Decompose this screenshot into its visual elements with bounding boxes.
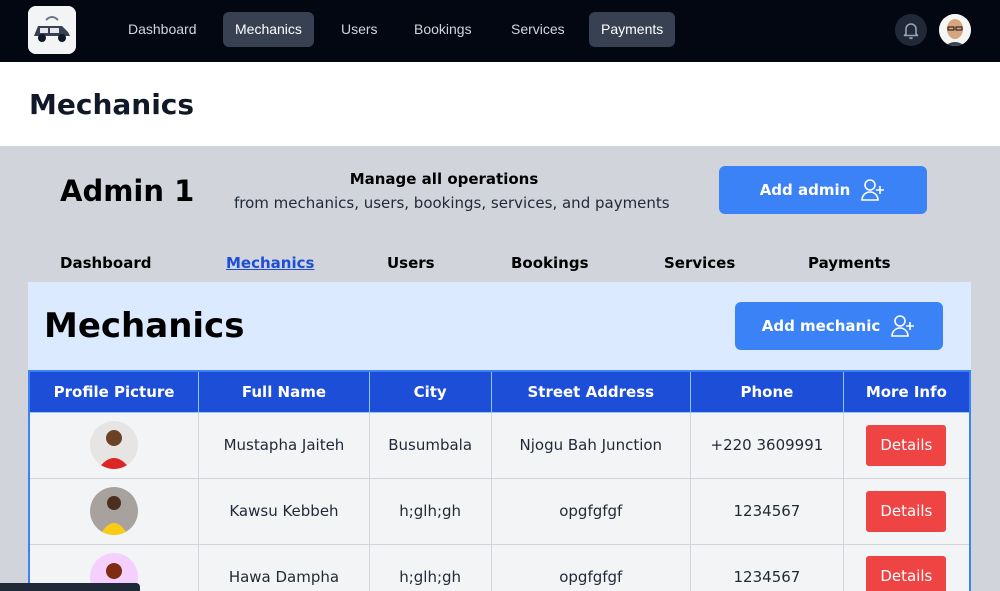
column-header: Phone: [690, 370, 844, 413]
profile-picture: [90, 421, 139, 469]
user-plus-icon: [861, 179, 885, 201]
street-address-cell: opgfgfgf: [490, 477, 692, 545]
subtab-mechanics[interactable]: Mechanics: [226, 254, 314, 272]
full-name-cell: Kawsu Kebbeh: [198, 477, 370, 545]
street-address-cell: opgfgfgf: [490, 543, 692, 591]
admin-name: Admin 1: [60, 174, 195, 208]
nav-services[interactable]: Services: [499, 12, 577, 47]
add-admin-button[interactable]: Add admin: [719, 166, 927, 214]
nav-dashboard[interactable]: Dashboard: [116, 12, 209, 47]
manage-title: Manage all operations: [349, 170, 539, 188]
bell-icon[interactable]: [895, 14, 927, 46]
details-button[interactable]: Details: [866, 424, 947, 466]
subtab-services[interactable]: Services: [664, 254, 735, 272]
table-header-row: Profile Picture Full Name City Street Ad…: [28, 370, 971, 413]
column-header: City: [368, 370, 492, 413]
nav-bookings[interactable]: Bookings: [402, 12, 484, 47]
mechanics-title: Mechanics: [44, 306, 245, 346]
street-address-cell: Njogu Bah Junction: [490, 411, 692, 479]
subtab-users[interactable]: Users: [387, 254, 435, 272]
browser-status-bar: [0, 583, 140, 591]
full-name-cell: Mustapha Jaiteh: [198, 411, 370, 479]
details-button[interactable]: Details: [866, 556, 947, 591]
page-header: Mechanics: [0, 62, 1000, 146]
city-cell: Busumbala: [368, 411, 492, 479]
add-mechanic-label: Add mechanic: [761, 317, 881, 335]
top-navbar: Dashboard Mechanics Users Bookings Servi…: [0, 0, 1000, 62]
column-header: More Info: [842, 370, 971, 413]
manage-subtitle: from mechanics, users, bookings, service…: [234, 194, 670, 212]
add-admin-label: Add admin: [759, 181, 851, 199]
table-row: Kawsu Kebbeh h;glh;gh opgfgfgf 1234567 D…: [28, 477, 971, 545]
full-name-cell: Hawa Dampha: [198, 543, 370, 591]
add-mechanic-button[interactable]: Add mechanic: [735, 302, 943, 350]
mechanics-table: Profile Picture Full Name City Street Ad…: [28, 370, 971, 591]
user-avatar[interactable]: [939, 14, 971, 46]
table-row: Mustapha Jaiteh Busumbala Njogu Bah Junc…: [28, 411, 971, 479]
subtab-bookings[interactable]: Bookings: [511, 254, 589, 272]
details-button[interactable]: Details: [866, 490, 947, 532]
subtab-dashboard[interactable]: Dashboard: [60, 254, 151, 272]
nav-users[interactable]: Users: [329, 12, 390, 47]
user-plus-icon: [891, 315, 915, 337]
column-header: Profile Picture: [28, 370, 200, 413]
page-title: Mechanics: [29, 88, 195, 121]
column-header: Street Address: [490, 370, 692, 413]
column-header: Full Name: [198, 370, 370, 413]
phone-cell: +220 3609991: [690, 411, 844, 479]
nav-mechanics[interactable]: Mechanics: [223, 12, 314, 47]
city-cell: h;glh;gh: [368, 477, 492, 545]
table-row: Hawa Dampha h;glh;gh opgfgfgf 1234567 De…: [28, 543, 971, 591]
nav-payments[interactable]: Payments: [589, 12, 676, 47]
phone-cell: 1234567: [690, 477, 844, 545]
subtab-payments[interactable]: Payments: [808, 254, 891, 272]
car-logo-icon[interactable]: [28, 6, 76, 54]
profile-picture: [90, 487, 139, 535]
city-cell: h;glh;gh: [368, 543, 492, 591]
phone-cell: 1234567: [690, 543, 844, 591]
